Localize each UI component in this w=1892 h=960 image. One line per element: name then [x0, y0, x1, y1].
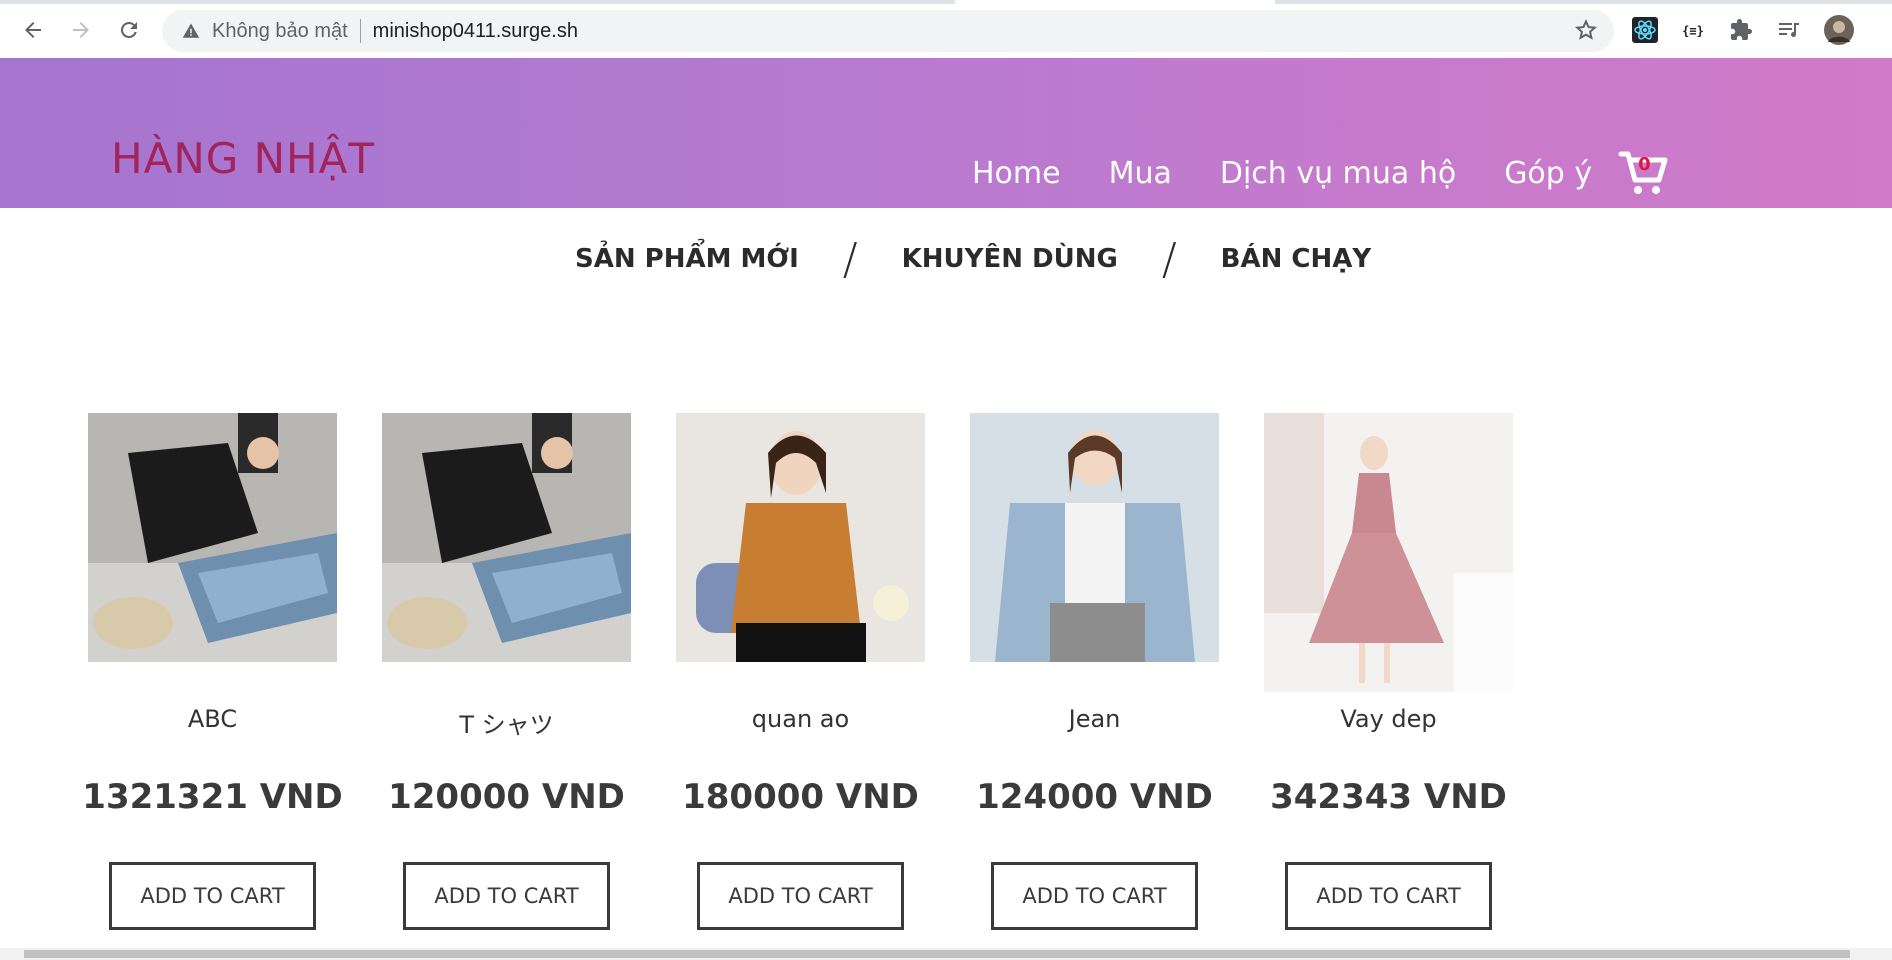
tab-ban-chay[interactable]: BÁN CHẠY [1221, 244, 1372, 274]
add-to-cart-button[interactable]: ADD TO CART [1285, 862, 1492, 930]
product-card: Jean 124000 VND ADD TO CART [970, 413, 1219, 930]
media-playlist-icon[interactable] [1772, 13, 1806, 47]
security-label[interactable]: Không bảo mật [212, 20, 348, 43]
add-to-cart-button[interactable]: ADD TO CART [991, 862, 1198, 930]
add-to-cart-button[interactable]: ADD TO CART [109, 862, 316, 930]
omnibox-divider [359, 19, 361, 43]
add-to-cart-button[interactable]: ADD TO CART [403, 862, 610, 930]
product-card: T シャツ 120000 VND ADD TO CART [382, 413, 631, 930]
nav-gop-y[interactable]: Góp ý [1504, 156, 1592, 191]
tab-separator: / [1161, 233, 1177, 285]
product-image[interactable] [1264, 413, 1513, 692]
nav-home[interactable]: Home [972, 156, 1061, 191]
active-tab-edge[interactable] [955, 0, 1275, 4]
product-name[interactable]: Vay dep [1264, 705, 1513, 733]
tab-strip [0, 0, 1892, 4]
nav-dich-vu-mua-ho[interactable]: Dịch vụ mua hộ [1220, 156, 1456, 191]
browser-toolbar: Không bảo mật minishop0411.surge.sh {≡} [0, 0, 1892, 58]
product-price: 1321321 VND [82, 777, 343, 817]
back-arrow-icon[interactable] [17, 14, 49, 46]
product-image[interactable] [88, 413, 337, 662]
product-price: 342343 VND [1270, 777, 1507, 817]
extensions-puzzle-icon[interactable] [1724, 13, 1758, 47]
product-price: 180000 VND [682, 777, 919, 817]
product-card: ABC 1321321 VND ADD TO CART [82, 413, 343, 930]
site-header: HÀNG NHẬT Home Mua Dịch vụ mua hộ Góp ý … [0, 58, 1892, 208]
category-tabs: SẢN PHẨM MỚI / KHUYÊN DÙNG / BÁN CHẠY [0, 234, 1892, 285]
address-bar[interactable]: Không bảo mật minishop0411.surge.sh [162, 10, 1614, 52]
url-text[interactable]: minishop0411.surge.sh [373, 20, 578, 43]
site-logo[interactable]: HÀNG NHẬT [111, 134, 375, 183]
reload-icon[interactable] [113, 14, 145, 46]
product-name[interactable]: T シャツ [382, 705, 631, 740]
product-name[interactable]: Jean [970, 705, 1219, 733]
tab-khuyen-dung[interactable]: KHUYÊN DÙNG [902, 244, 1118, 274]
svg-text:{≡}: {≡} [1682, 24, 1704, 38]
product-image[interactable] [382, 413, 631, 662]
product-image[interactable] [676, 413, 925, 662]
horizontal-scrollbar[interactable] [0, 948, 1892, 960]
forward-arrow-icon[interactable] [65, 14, 97, 46]
product-card: quan ao 180000 VND ADD TO CART [676, 413, 925, 930]
nav-mua[interactable]: Mua [1109, 156, 1172, 191]
product-card: Vay dep 342343 VND ADD TO CART [1264, 413, 1513, 930]
product-price: 124000 VND [976, 777, 1213, 817]
add-to-cart-button[interactable]: ADD TO CART [697, 862, 904, 930]
star-icon[interactable] [1574, 18, 1598, 49]
main-nav: Home Mua Dịch vụ mua hộ Góp ý 0 [972, 143, 1668, 203]
cart-count-badge: 0 [1638, 154, 1651, 175]
scrollbar-thumb[interactable] [24, 950, 1850, 958]
product-price: 120000 VND [388, 777, 625, 817]
react-devtools-icon[interactable] [1628, 13, 1662, 47]
product-name[interactable]: quan ao [676, 705, 925, 733]
tab-san-pham-moi[interactable]: SẢN PHẨM MỚI [575, 244, 799, 274]
product-name[interactable]: ABC [88, 705, 337, 733]
json-viewer-icon[interactable]: {≡} [1676, 13, 1710, 47]
profile-avatar[interactable] [1822, 13, 1856, 47]
warning-icon[interactable] [180, 20, 202, 42]
tab-separator: / [842, 233, 858, 285]
product-image[interactable] [970, 413, 1219, 662]
cart-button[interactable]: 0 [1618, 148, 1668, 198]
